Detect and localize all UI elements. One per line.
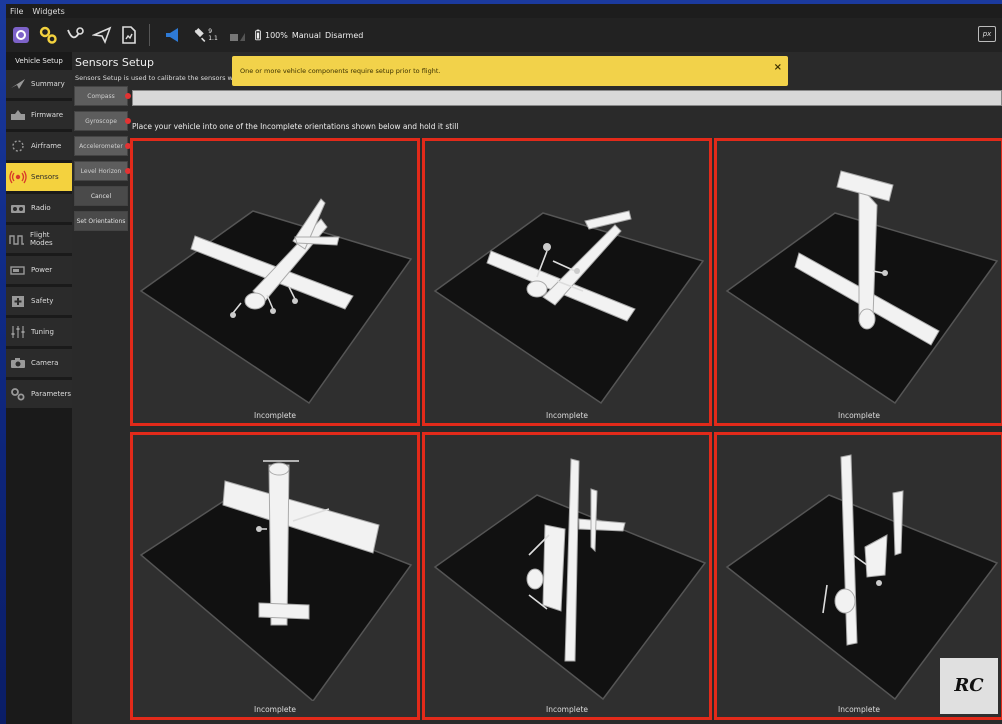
megaphone-icon bbox=[166, 28, 178, 42]
orientation-status: Incomplete bbox=[546, 705, 588, 714]
camera-icon bbox=[9, 356, 27, 370]
compass-button[interactable]: Compass bbox=[74, 86, 131, 106]
set-orientations-button[interactable]: Set Orientations bbox=[74, 211, 128, 231]
level-horizon-button[interactable]: Level Horizon bbox=[74, 161, 131, 181]
paper-plane-icon bbox=[92, 26, 112, 45]
brand-logo: px bbox=[978, 26, 996, 42]
fly-view-button[interactable] bbox=[90, 23, 114, 47]
battery-icon bbox=[255, 29, 261, 41]
plan-view-button[interactable] bbox=[63, 23, 87, 47]
sidebar-item-airframe[interactable]: Airframe bbox=[6, 132, 72, 160]
orientation-cell-nose-down: Incomplete bbox=[714, 138, 1002, 426]
waypoint-path-icon bbox=[67, 27, 84, 39]
orientation-image bbox=[433, 210, 705, 405]
status-dot bbox=[125, 118, 131, 124]
app-logo-icon bbox=[13, 27, 29, 43]
sidebar-item-label: Safety bbox=[31, 297, 54, 305]
orientation-cell-right-side: Incomplete bbox=[422, 432, 712, 720]
toolbar: 9 1.1 100% Manual Disarmed px bbox=[6, 18, 1002, 52]
safety-icon bbox=[9, 294, 27, 308]
plane-icon bbox=[9, 77, 27, 91]
sidebar-item-label: Radio bbox=[31, 204, 51, 212]
power-icon bbox=[9, 263, 27, 277]
satellite-icon bbox=[194, 28, 206, 42]
orientation-image bbox=[433, 458, 707, 701]
sidebar-item-label: Summary bbox=[31, 80, 65, 88]
sidebar-item-label: Airframe bbox=[31, 142, 62, 150]
sidebar-item-tuning[interactable]: Tuning bbox=[6, 318, 72, 346]
sidebar-item-power[interactable]: Power bbox=[6, 256, 72, 284]
arm-status[interactable]: Disarmed bbox=[325, 31, 363, 40]
sidebar-item-firmware[interactable]: Firmware bbox=[6, 101, 72, 129]
sidebar-item-label: Firmware bbox=[31, 111, 64, 119]
sidebar-item-label: Power bbox=[31, 266, 53, 274]
sidebar-item-label: Tuning bbox=[31, 328, 54, 336]
sidebar-item-label: Flight Modes bbox=[29, 231, 53, 247]
sidebar-item-label: Parameters bbox=[31, 390, 72, 398]
rc-rssi-button[interactable] bbox=[225, 23, 249, 47]
menu-widgets[interactable]: Widgets bbox=[32, 7, 64, 16]
sidebar-item-label: Camera bbox=[31, 359, 59, 367]
calibration-progress-bar bbox=[132, 90, 1002, 106]
orientation-cell-level: Incomplete bbox=[130, 138, 420, 426]
accelerometer-button[interactable]: Accelerometer bbox=[74, 136, 131, 156]
page-title: Sensors Setup bbox=[75, 56, 154, 69]
tuning-icon bbox=[9, 325, 27, 339]
sidebar-item-radio[interactable]: Radio bbox=[6, 194, 72, 222]
rc-signal-icon bbox=[230, 33, 245, 41]
sidebar-item-summary[interactable]: Summary bbox=[6, 70, 72, 98]
airframe-icon bbox=[9, 139, 27, 153]
sidebar-item-parameters[interactable]: Parameters bbox=[6, 380, 72, 408]
orientation-status: Incomplete bbox=[254, 411, 296, 420]
orientation-image bbox=[139, 460, 413, 701]
gyroscope-button[interactable]: Gyroscope bbox=[74, 111, 131, 131]
orientation-status: Incomplete bbox=[254, 705, 296, 714]
battery-button[interactable]: 100% bbox=[252, 23, 288, 47]
orientation-cell-nose-up: Incomplete bbox=[130, 432, 420, 720]
calibration-instruction: Place your vehicle into one of the Incom… bbox=[132, 122, 459, 131]
sidebar-item-safety[interactable]: Safety bbox=[6, 287, 72, 315]
sidebar-item-label: Sensors bbox=[31, 173, 59, 181]
analyze-button[interactable] bbox=[117, 23, 141, 47]
sidebar-item-flight-modes[interactable]: Flight Modes bbox=[6, 225, 72, 253]
page-subtitle: Sensors Setup is used to calibrate the s… bbox=[75, 74, 248, 82]
app-logo-button[interactable] bbox=[9, 23, 33, 47]
orientation-image bbox=[725, 170, 999, 405]
firmware-icon bbox=[9, 108, 27, 122]
flight-mode-selector[interactable]: Manual bbox=[292, 31, 321, 40]
sensor-calibration-buttons: Compass Gyroscope Accelerometer Level Ho… bbox=[72, 86, 131, 236]
gears-icon bbox=[39, 26, 57, 44]
menu-file[interactable]: File bbox=[10, 7, 23, 16]
toolbar-separator bbox=[149, 24, 150, 46]
radio-icon bbox=[9, 201, 27, 215]
gps-status-button[interactable]: 9 1.1 bbox=[188, 23, 222, 47]
hdop-value: 1.1 bbox=[208, 35, 218, 42]
banner-close-icon[interactable]: × bbox=[774, 62, 782, 73]
satellite-count: 9 bbox=[208, 28, 213, 35]
setup-warning-banner: One or more vehicle components require s… bbox=[232, 56, 788, 86]
cancel-button[interactable]: Cancel bbox=[74, 186, 128, 206]
vehicle-setup-button[interactable] bbox=[36, 23, 60, 47]
document-chart-icon bbox=[122, 26, 136, 44]
orientation-image bbox=[139, 198, 413, 405]
menu-bar: File Widgets bbox=[6, 4, 1002, 18]
flight-modes-icon bbox=[9, 232, 26, 246]
banner-text: One or more vehicle components require s… bbox=[240, 67, 441, 75]
orientation-grid: Incomplete Incomplete Incomplete Incompl… bbox=[130, 138, 1002, 724]
orientation-cell-upside-down: Incomplete bbox=[422, 138, 712, 426]
messages-button[interactable] bbox=[161, 23, 185, 47]
sidebar-item-camera[interactable]: Camera bbox=[6, 349, 72, 377]
status-dot bbox=[125, 93, 131, 99]
sidebar-header: Vehicle Setup bbox=[15, 57, 63, 65]
sensors-setup-panel: Sensors Setup Sensors Setup is used to c… bbox=[72, 52, 1002, 724]
watermark-logo: RC bbox=[940, 658, 998, 714]
battery-percent: 100% bbox=[265, 30, 288, 40]
orientation-status: Incomplete bbox=[546, 411, 588, 420]
sensors-icon bbox=[9, 170, 27, 184]
vehicle-setup-sidebar: Vehicle Setup Summary Firmware Airframe … bbox=[6, 52, 72, 724]
parameters-icon bbox=[9, 387, 27, 401]
orientation-status: Incomplete bbox=[838, 411, 880, 420]
sidebar-item-sensors[interactable]: Sensors bbox=[6, 163, 72, 191]
